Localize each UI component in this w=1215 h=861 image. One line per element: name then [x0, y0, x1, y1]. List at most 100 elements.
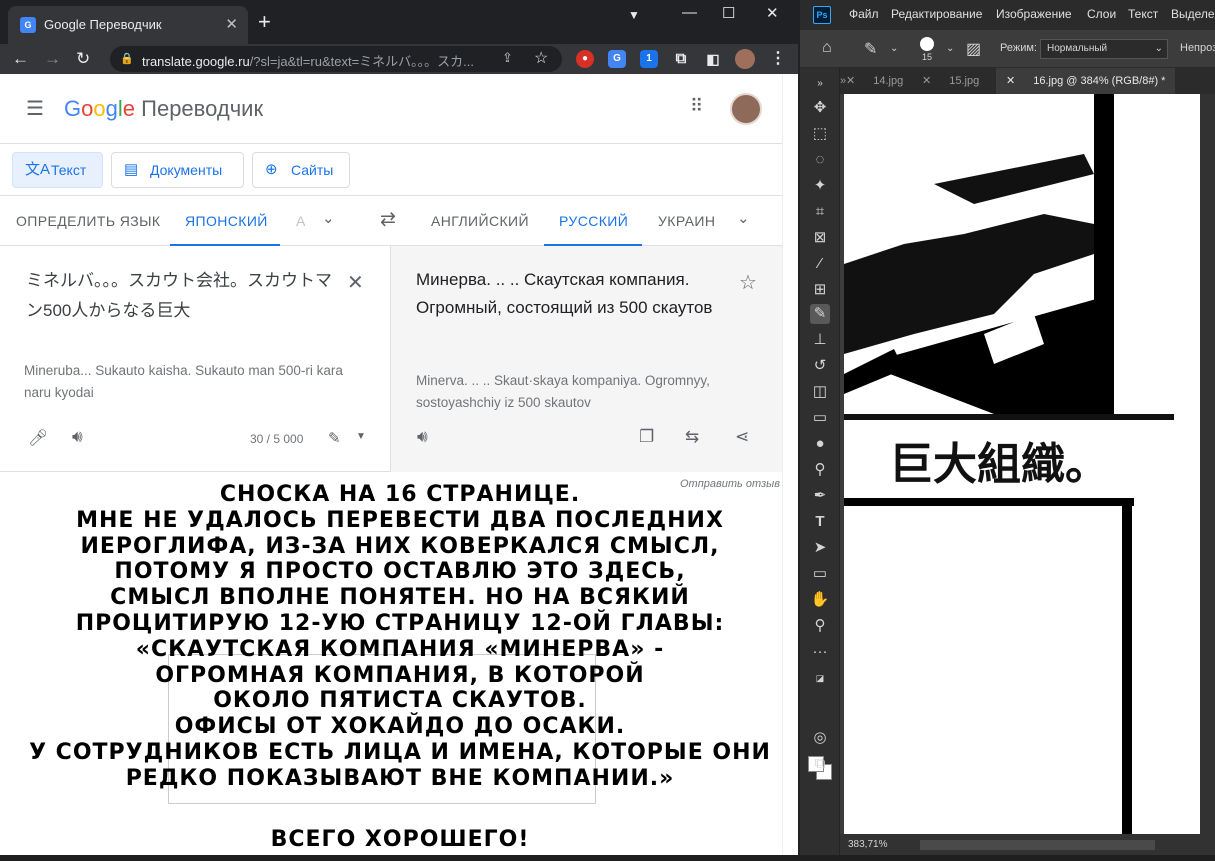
marquee-tool-icon[interactable]: ⬚ [810, 124, 830, 144]
listen-source-icon[interactable]: 🔊︎ [72, 427, 83, 447]
lang-detect[interactable]: ОПРЕДЕЛИТЬ ЯЗЫК [16, 213, 160, 229]
save-translation-star-icon[interactable]: ☆ [739, 270, 757, 295]
photoshop-logo-icon[interactable]: Ps [813, 6, 831, 24]
healing-tool-icon[interactable]: ⊞ [810, 280, 830, 300]
more-tools-icon[interactable]: ··· [810, 642, 830, 662]
listen-translation-icon[interactable]: 🔊︎ [417, 427, 428, 447]
screen-mode-icon[interactable]: ⧉ [810, 754, 830, 774]
clear-source-icon[interactable]: ✕ [347, 270, 364, 295]
crop-tool-icon[interactable]: ⌗ [810, 202, 830, 222]
ps-canvas[interactable]: 巨大組織。 [844, 94, 1200, 834]
url-text[interactable]: translate.google.ru/?sl=ja&tl=ru&text=ミネ… [142, 51, 482, 70]
dodge-tool-icon[interactable]: ⚲ [810, 460, 830, 480]
brush-settings-icon[interactable]: ▨ [966, 39, 981, 59]
handwriting-pencil-icon[interactable]: ✎ [328, 429, 341, 447]
microphone-icon[interactable]: 🎤︎ [28, 428, 48, 448]
tab-close-icon[interactable]: ✕ [225, 15, 238, 33]
doc-tab-15[interactable]: ✕ 15.jpg [922, 68, 979, 94]
target-lang-chevron-icon[interactable]: ⌄ [737, 209, 750, 227]
lang-target-russian[interactable]: РУССКИЙ [559, 213, 628, 229]
gradient-tool-icon[interactable]: ▭ [810, 408, 830, 428]
stamp-tool-icon[interactable]: ⊥ [810, 330, 830, 350]
eraser-tool-icon[interactable]: ◫ [810, 382, 830, 402]
home-icon[interactable]: ⌂ [822, 39, 832, 57]
bookmark-star-icon[interactable]: ☆ [534, 48, 548, 68]
eyedropper-tool-icon[interactable]: ⁄ [810, 254, 830, 274]
rectangle-tool-icon[interactable]: ▭ [810, 564, 830, 584]
tab-close-icon[interactable]: ✕ [846, 75, 855, 87]
rate-translation-icon[interactable]: ⇆ [685, 427, 699, 447]
path-selection-tool-icon[interactable]: ➤ [810, 538, 830, 558]
zoom-level[interactable]: 383,71% [848, 839, 887, 850]
ps-menu-image[interactable]: Изображение [996, 7, 1072, 21]
reload-icon[interactable]: ↻ [76, 49, 90, 69]
swap-languages-icon[interactable]: ⇄ [380, 208, 396, 231]
google-apps-icon[interactable]: ⠿ [690, 96, 703, 117]
panel-collapse-icon[interactable]: » [810, 74, 830, 94]
lang-source-more[interactable]: А [296, 213, 306, 229]
close-window-icon[interactable]: ✕ [766, 4, 779, 22]
ps-vertical-scrollbar[interactable] [1200, 94, 1215, 834]
share-page-icon[interactable]: ⇪ [502, 50, 513, 66]
preset-dropdown-icon[interactable]: ⌄ [890, 43, 898, 54]
ps-menu-type[interactable]: Текст [1128, 7, 1158, 21]
mode-text-button[interactable]: 文A Текст [12, 152, 103, 188]
copy-translation-icon[interactable]: ❐ [639, 427, 654, 447]
history-brush-tool-icon[interactable]: ↺ [810, 356, 830, 376]
type-tool-icon[interactable]: T [810, 512, 830, 532]
brush-size-dropdown-icon[interactable]: ⌄ [946, 43, 954, 54]
lasso-tool-icon[interactable]: ◌ [810, 150, 830, 170]
address-bar[interactable]: 🔒 translate.google.ru/?sl=ja&tl=ru&text=… [110, 46, 562, 72]
move-tool-icon[interactable]: ✥ [810, 98, 830, 118]
doc-tab-16[interactable]: ✕ 16.jpg @ 384% (RGB/8#) * [996, 68, 1176, 94]
extension-badge-icon[interactable]: 1 [640, 50, 658, 68]
forward-arrow-icon[interactable]: → [44, 49, 61, 69]
blur-tool-icon[interactable]: ● [810, 434, 830, 454]
profile-avatar[interactable] [735, 49, 755, 69]
input-tools-caret-icon[interactable]: ▼ [356, 431, 366, 442]
back-arrow-icon[interactable]: ← [12, 49, 29, 69]
ps-menu-file[interactable]: Файл [849, 7, 879, 21]
minimize-icon[interactable]: — [682, 4, 697, 21]
mode-documents-button[interactable]: ▤ Документы [111, 152, 244, 188]
ps-menu-edit[interactable]: Редактирование [891, 7, 982, 21]
frame-tool-icon[interactable]: ⊠ [810, 228, 830, 248]
brush-preset-icon[interactable]: ✎ [864, 39, 877, 59]
menu-kebab-icon[interactable]: ⋮ [770, 48, 786, 68]
brush-tip-preview[interactable] [920, 37, 934, 51]
ps-menu-select[interactable]: Выделе [1171, 7, 1215, 21]
blend-mode-select[interactable]: Нормальный ⌄ [1040, 39, 1168, 59]
ps-menu-layers[interactable]: Слои [1087, 7, 1116, 21]
default-colors-icon[interactable]: ◪ [810, 668, 830, 688]
maximize-icon[interactable]: ☐ [722, 4, 735, 22]
magic-wand-tool-icon[interactable]: ✦ [810, 176, 830, 196]
lang-source-japanese[interactable]: ЯПОНСКИЙ [185, 213, 268, 229]
source-textarea[interactable]: ミネルバ。。。スカウト会社。スカウトマン500人からなる巨大 [26, 266, 346, 326]
tab-close-icon[interactable]: ✕ [1006, 75, 1015, 87]
doc-tab-14[interactable]: ✕ 14.jpg [846, 68, 903, 94]
tab-close-icon[interactable]: ✕ [922, 75, 931, 87]
page-scrollbar[interactable] [782, 74, 798, 861]
lang-target-ukrainian[interactable]: УКРАИН [658, 213, 715, 229]
new-tab-icon[interactable]: + [258, 10, 271, 34]
google-logo[interactable]: Google Переводчик [64, 96, 263, 122]
browser-tab[interactable]: G Google Переводчик ✕ [8, 6, 248, 44]
quick-mask-icon[interactable]: ◎ [810, 728, 830, 748]
source-lang-chevron-icon[interactable]: ⌄ [322, 209, 335, 227]
mode-sites-button[interactable]: ⊕ Сайты [252, 152, 350, 188]
lang-target-english[interactable]: АНГЛИЙСКИЙ [431, 213, 529, 229]
tab-search-icon[interactable]: ▼ [628, 8, 640, 22]
hamburger-menu-icon[interactable]: ☰ [26, 96, 44, 121]
pen-tool-icon[interactable]: ✒ [810, 486, 830, 506]
translate-extension-icon[interactable]: G [608, 50, 626, 68]
extensions-puzzle-icon[interactable]: ⧉ [672, 50, 690, 68]
share-translation-icon[interactable]: ⋖ [735, 427, 749, 447]
account-avatar[interactable] [730, 93, 762, 125]
hand-tool-icon[interactable]: ✋ [810, 590, 830, 610]
adblock-extension-icon[interactable]: ● [576, 50, 594, 68]
zoom-tool-icon[interactable]: ⚲ [810, 616, 830, 636]
lock-icon[interactable]: 🔒 [120, 52, 134, 65]
ps-horizontal-scrollbar[interactable] [920, 840, 1155, 850]
side-panel-icon[interactable]: ◧ [704, 50, 722, 68]
brush-tool-icon[interactable]: ✎ [810, 304, 830, 324]
